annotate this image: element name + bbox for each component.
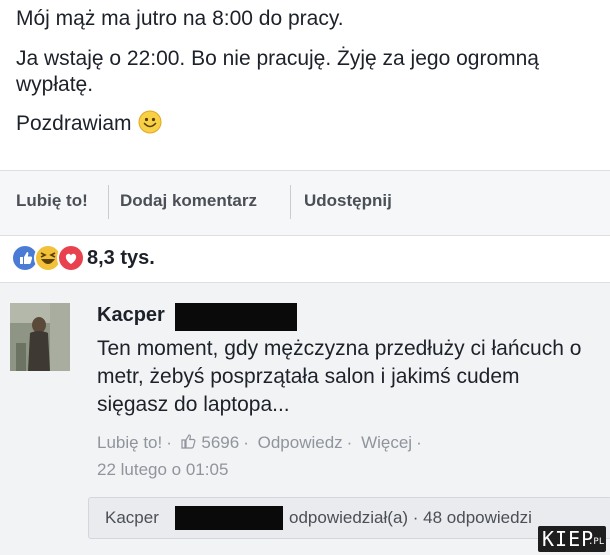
- comment-text: Ten moment, gdy mężczyzna przedłuży ci ł…: [97, 337, 582, 416]
- add-comment-button[interactable]: Dodaj komentarz: [120, 191, 257, 211]
- replies-summary[interactable]: Kacper odpowiedział(a) · 48 odpowiedzi: [88, 497, 610, 539]
- redacted-surname: [175, 303, 298, 331]
- post-line-2: Ja wstaję o 22:00. Bo nie pracuję. Żyję …: [16, 47, 539, 96]
- logo-suffix: .PL: [588, 537, 605, 547]
- post-actions-bar: Lubię to! Dodaj komentarz Udostępnij: [0, 170, 610, 236]
- redacted-surname: [175, 506, 283, 530]
- replies-count-text: odpowiedział(a) · 48 odpowiedzi: [289, 508, 532, 527]
- post-text: Mój mąż ma jutro na 8:00 do pracy. Ja ws…: [16, 6, 586, 153]
- share-button[interactable]: Udostępnij: [304, 191, 392, 211]
- action-divider: [290, 185, 291, 219]
- meta-separator: ·: [346, 433, 353, 452]
- more-link[interactable]: Więcej: [361, 433, 412, 452]
- love-reaction-icon: [57, 244, 85, 272]
- post-line-3: Pozdrawiam: [16, 110, 586, 141]
- post-greeting: Pozdrawiam: [16, 112, 132, 135]
- comment-like-count: 5696: [201, 433, 240, 452]
- meta-separator: ·: [416, 433, 422, 452]
- thumbs-up-icon: [181, 434, 196, 449]
- avatar[interactable]: [10, 303, 70, 371]
- comment-date[interactable]: 22 lutego o 01:05: [97, 460, 228, 480]
- action-divider: [108, 185, 109, 219]
- comment-like-link[interactable]: Lubię to!: [97, 433, 162, 452]
- reactions-count: 8,3 tys.: [87, 247, 155, 269]
- comment-section: Kacper Ten moment, gdy mężczyzna przedłu…: [0, 282, 610, 555]
- comment-author-row: Kacper: [97, 303, 298, 333]
- post-line-1: Mój mąż ma jutro na 8:00 do pracy.: [16, 7, 344, 30]
- reply-author: Kacper: [105, 508, 159, 527]
- like-button[interactable]: Lubię to!: [16, 191, 88, 211]
- reply-link[interactable]: Odpowiedz: [258, 433, 343, 452]
- comment-meta: Lubię to! · 5696 · Odpowiedz · Więcej ·: [97, 433, 426, 453]
- meta-separator: ·: [166, 433, 172, 452]
- kiep-logo: KIEP .PL: [538, 526, 606, 552]
- comment-author[interactable]: Kacper: [97, 304, 165, 326]
- logo-brand: KIEP: [542, 527, 595, 551]
- smiley-icon: [138, 110, 162, 141]
- meta-separator: ·: [243, 433, 249, 452]
